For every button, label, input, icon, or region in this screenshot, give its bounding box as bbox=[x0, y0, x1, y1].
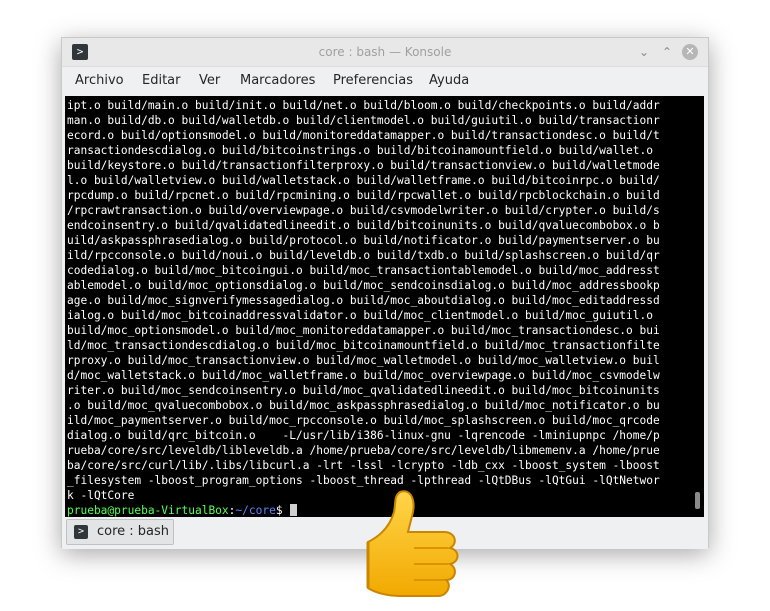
chevron-down-icon[interactable]: ⌄ bbox=[636, 44, 652, 60]
prompt-symbol: $ bbox=[275, 504, 290, 517]
terminal-line: man.o build/db.o build/walletdb.o build/… bbox=[67, 114, 660, 127]
menu-preferencias[interactable]: Preferencias bbox=[333, 66, 413, 96]
terminal-line: ialog.o build/moc_bitcoinaddressvalidato… bbox=[67, 309, 653, 322]
tab-label: core : bash bbox=[97, 524, 170, 539]
chevron-up-icon[interactable]: ⌃ bbox=[659, 44, 675, 60]
terminal-line: endcoinsentry.o build/qvalidatedlineedit… bbox=[67, 219, 660, 232]
menu-bar: Archivo Editar Ver Marcadores Preferenci… bbox=[62, 66, 708, 96]
title-bar[interactable]: > core : bash — Konsole ⌄ ⌃ ✕ bbox=[62, 38, 708, 67]
terminal-line: rueba/core/src/leveldb/libleveldb.a /hom… bbox=[67, 444, 660, 457]
menu-ver[interactable]: Ver bbox=[199, 66, 220, 96]
terminal-line: _filesystem -lboost_program_options -lbo… bbox=[67, 474, 660, 487]
terminal-line: rpcdump.o build/rpcnet.o build/rpcmining… bbox=[67, 189, 660, 202]
terminal-line: ransactiondescdialog.o build/bitcoinstri… bbox=[67, 144, 653, 157]
window-title: core : bash — Konsole bbox=[318, 45, 452, 59]
text-cursor bbox=[290, 504, 298, 516]
terminal-output[interactable]: ipt.o build/main.o build/init.o build/ne… bbox=[65, 96, 704, 517]
terminal-line: uild/askpassphrasedialog.o build/protoco… bbox=[67, 234, 660, 247]
terminal-line: ild/rpcconsole.o build/noui.o build/leve… bbox=[67, 249, 660, 262]
terminal-line: ablemodel.o build/moc_optionsdialog.o bu… bbox=[67, 279, 660, 292]
menu-marcadores[interactable]: Marcadores bbox=[240, 66, 315, 96]
terminal-line: ipt.o build/main.o build/init.o build/ne… bbox=[67, 99, 660, 112]
terminal-line: .o build/moc_qvaluecombobox.o build/moc_… bbox=[67, 399, 660, 412]
prompt-path: ~/core bbox=[235, 504, 276, 517]
close-icon[interactable]: ✕ bbox=[682, 44, 698, 60]
terminal-line: riter.o build/moc_sendcoinsentry.o build… bbox=[67, 384, 660, 397]
tab-core-bash[interactable]: > core : bash bbox=[66, 519, 174, 545]
terminal-line: ba/core/src/curl/lib/.libs/libcurl.a -lr… bbox=[67, 459, 660, 472]
terminal-line: dialog.o build/qrc_bitcoin.o -L/usr/lib/… bbox=[67, 429, 660, 442]
menu-editar[interactable]: Editar bbox=[142, 66, 181, 96]
terminal-line: /rpcrawtransaction.o build/overviewpage.… bbox=[67, 204, 660, 217]
terminal-line: rproxy.o build/moc_transactionview.o bui… bbox=[67, 354, 660, 367]
scrollbar-thumb[interactable] bbox=[695, 492, 700, 509]
terminal-line: l.o build/walletview.o build/walletstack… bbox=[67, 174, 660, 187]
terminal-line: build/moc_optionsmodel.o build/moc_monit… bbox=[67, 324, 660, 337]
terminal-line: ild/moc_paymentserver.o build/moc_rpccon… bbox=[67, 414, 660, 427]
terminal-line: age.o build/moc_signverifymessagedialog.… bbox=[67, 294, 660, 307]
terminal-line: ld/moc_transactiondescdialog.o build/moc… bbox=[67, 339, 660, 352]
prompt-user-host: prueba@prueba-VirtualBox bbox=[67, 504, 229, 517]
terminal-text: ipt.o build/main.o build/init.o build/ne… bbox=[67, 98, 688, 517]
terminal-icon: > bbox=[74, 525, 88, 539]
terminal-scrollbar[interactable] bbox=[692, 96, 700, 517]
menu-archivo[interactable]: Archivo bbox=[75, 66, 124, 96]
konsole-window: > core : bash — Konsole ⌄ ⌃ ✕ Archivo Ed… bbox=[61, 37, 709, 549]
terminal-line: codedialog.o build/moc_bitcoingui.o buil… bbox=[67, 264, 660, 277]
terminal-line: d/moc_walletstack.o build/moc_walletfram… bbox=[67, 369, 660, 382]
terminal-line: ecord.o build/optionsmodel.o build/monit… bbox=[67, 129, 660, 142]
terminal-line: build/keystore.o build/transactionfilter… bbox=[67, 159, 660, 172]
thumbs-up-icon bbox=[366, 490, 459, 597]
menu-ayuda[interactable]: Ayuda bbox=[429, 66, 469, 96]
